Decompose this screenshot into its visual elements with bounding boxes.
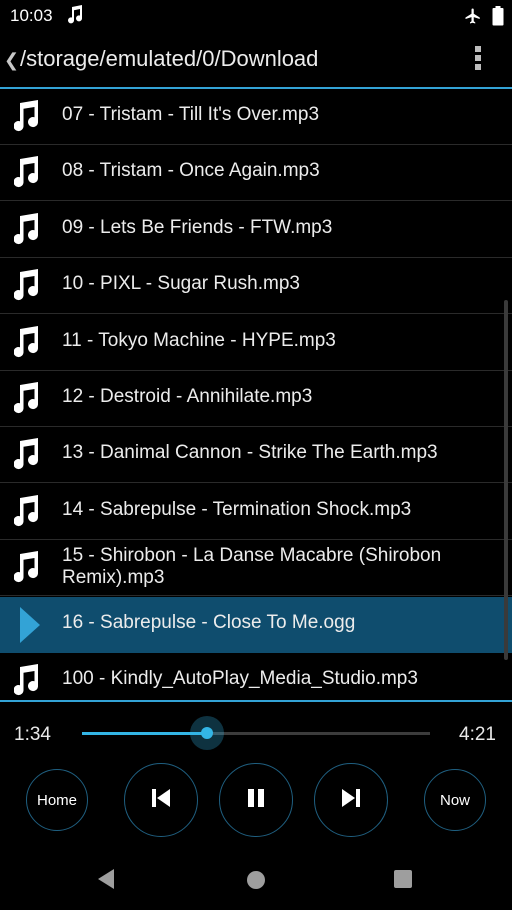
- chevron-left-icon[interactable]: ❮: [4, 50, 19, 71]
- previous-button[interactable]: [124, 763, 198, 837]
- list-item-label: 14 - Sabrepulse - Termination Shock.mp3: [62, 498, 412, 520]
- list-item[interactable]: 14 - Sabrepulse - Termination Shock.mp3: [0, 484, 512, 540]
- play-icon: [16, 605, 44, 643]
- music-note-icon: [13, 550, 42, 584]
- music-note-icon: [13, 268, 42, 302]
- path-header: ❮ /storage/emulated/0/Download: [0, 32, 512, 87]
- total-time: 4:21: [459, 724, 496, 745]
- music-note-icon: [13, 663, 42, 697]
- player-divider: [0, 700, 512, 702]
- music-note-icon: [13, 381, 42, 415]
- current-path-title: /storage/emulated/0/Download: [20, 46, 319, 71]
- home-button-label: Home: [36, 791, 77, 809]
- list-item-label: 07 - Tristam - Till It's Over.mp3: [62, 104, 320, 125]
- list-item-label: 10 - PIXL - Sugar Rush.mp3: [62, 273, 300, 295]
- list-item[interactable]: 10 - PIXL - Sugar Rush.mp3: [0, 258, 512, 315]
- seek-progress: [82, 732, 208, 735]
- skip-previous-icon: [150, 787, 172, 814]
- skip-next-icon: [340, 787, 362, 814]
- music-note-icon: [13, 437, 42, 471]
- status-bar: 10:03: [0, 0, 512, 32]
- home-button[interactable]: Home: [26, 769, 88, 831]
- list-item-label: 13 - Danimal Cannon - Strike The Earth.m…: [62, 442, 438, 464]
- seek-thumb[interactable]: [190, 716, 225, 750]
- list-item[interactable]: 13 - Danimal Cannon - Strike The Earth.m…: [0, 427, 512, 484]
- airplane-mode-icon: [464, 7, 482, 30]
- list-item[interactable]: 07 - Tristam - Till It's Over.mp3: [0, 89, 512, 145]
- list-item[interactable]: 100 - Kindly_AutoPlay_Media_Studio.mp3: [0, 653, 512, 701]
- list-item-label: 11 - Tokyo Machine - HYPE.mp3: [62, 329, 336, 351]
- list-item-label: 15 - Shirobon - La Danse Macabre (Shirob…: [62, 545, 442, 589]
- file-list[interactable]: 07 - Tristam - Till It's Over.mp3 08 - Tr…: [0, 89, 512, 701]
- music-note-icon: [13, 99, 42, 133]
- music-note-icon: [13, 155, 42, 189]
- pause-button[interactable]: [219, 763, 293, 837]
- music-note-icon: [13, 494, 42, 528]
- list-item-selected[interactable]: 16 - Sabrepulse - Close To Me.ogg: [0, 596, 512, 653]
- recents-icon[interactable]: [394, 870, 412, 893]
- system-nav-bar: [0, 848, 512, 910]
- music-note-icon: [13, 212, 42, 246]
- list-item[interactable]: 11 - Tokyo Machine - HYPE.mp3: [0, 315, 512, 371]
- home-circle-icon[interactable]: [246, 870, 266, 895]
- battery-icon: [492, 6, 504, 31]
- list-scrollbar[interactable]: [504, 300, 508, 660]
- list-item-label: 16 - Sabrepulse - Close To Me.ogg: [62, 611, 356, 633]
- next-button[interactable]: [314, 763, 388, 837]
- list-item[interactable]: 08 - Tristam - Once Again.mp3: [0, 145, 512, 202]
- elapsed-time: 1:34: [14, 724, 51, 745]
- list-item[interactable]: 12 - Destroid - Annihilate.mp3: [0, 371, 512, 427]
- seek-bar[interactable]: [82, 716, 430, 750]
- list-item-label: 12 - Destroid - Annihilate.mp3: [62, 386, 313, 407]
- list-item-label: 08 - Tristam - Once Again.mp3: [62, 160, 320, 182]
- back-icon[interactable]: [96, 868, 116, 895]
- list-item[interactable]: 15 - Shirobon - La Danse Macabre (Shirob…: [0, 540, 512, 597]
- music-note-icon: [68, 5, 84, 30]
- list-item-label: 09 - Lets Be Friends - FTW.mp3: [62, 216, 333, 238]
- now-button-label: Now: [439, 791, 470, 809]
- overflow-menu-icon[interactable]: [468, 46, 488, 74]
- pause-icon: [245, 787, 267, 814]
- list-item[interactable]: 09 - Lets Be Friends - FTW.mp3: [0, 202, 512, 258]
- status-time: 10:03: [10, 6, 53, 25]
- music-note-icon: [13, 325, 42, 359]
- list-item-label: 100 - Kindly_AutoPlay_Media_Studio.mp3: [62, 668, 418, 689]
- now-playing-button[interactable]: Now: [424, 769, 486, 831]
